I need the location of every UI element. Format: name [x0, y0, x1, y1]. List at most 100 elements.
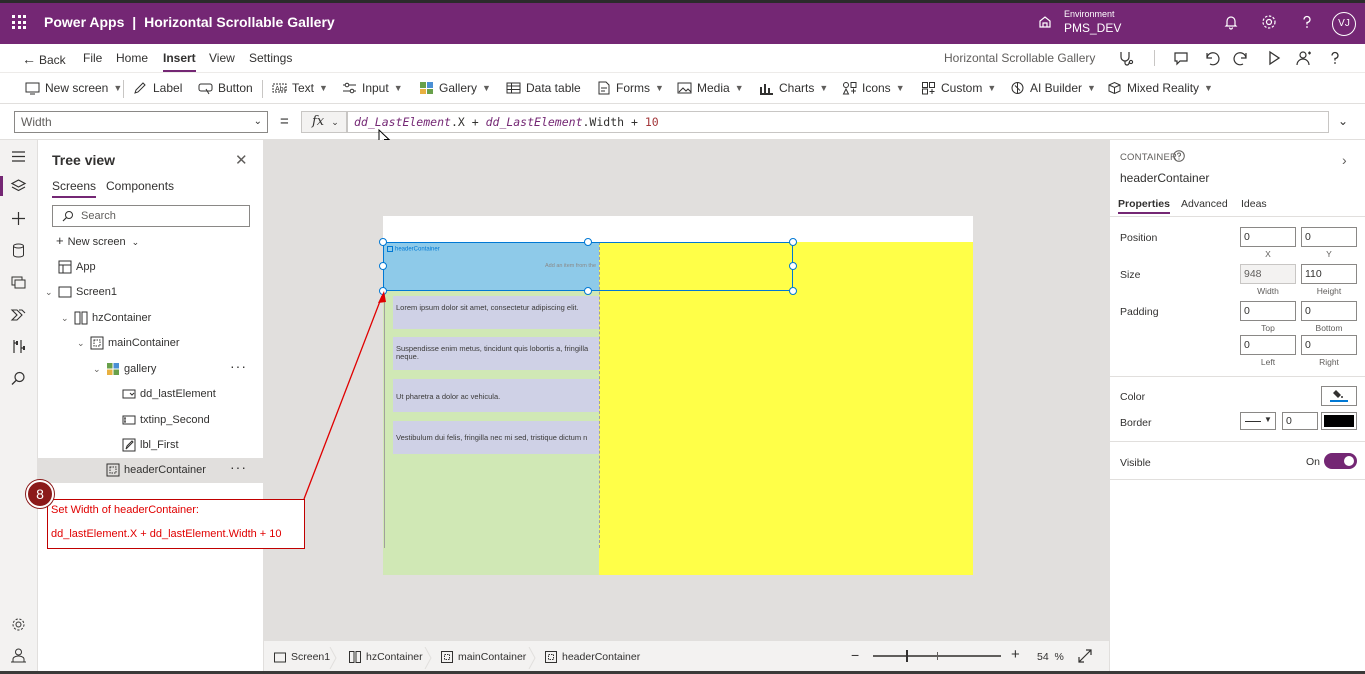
hamburger-icon[interactable] — [10, 148, 27, 165]
resize-handle[interactable] — [584, 287, 592, 295]
back-button[interactable]: ← Back — [22, 51, 66, 67]
resize-handle[interactable] — [789, 262, 797, 270]
app-launcher-icon[interactable] — [12, 15, 26, 29]
border-color-picker[interactable] — [1321, 412, 1357, 430]
close-icon[interactable]: ✕ — [235, 151, 248, 169]
power-automate-icon[interactable] — [10, 306, 27, 323]
redo-icon[interactable] — [1233, 49, 1251, 67]
search-rail-icon[interactable] — [10, 370, 27, 387]
screen1-preview[interactable]: Lorem ipsum dolor sit amet, consectetur … — [379, 216, 973, 575]
database-icon[interactable] — [10, 242, 27, 259]
play-icon[interactable] — [1265, 49, 1283, 67]
gallery-item[interactable]: Vestibulum dui felis, fringilla nec mi s… — [393, 421, 599, 454]
tab-advanced[interactable]: Advanced — [1181, 198, 1228, 210]
layers-icon[interactable] — [10, 178, 27, 195]
share-user-icon[interactable] — [1295, 49, 1313, 67]
app-checker-icon[interactable] — [1117, 49, 1135, 67]
height-input[interactable]: 110 — [1301, 264, 1357, 284]
more-options-icon[interactable]: ··· — [230, 459, 247, 475]
fullscreen-icon[interactable] — [1078, 649, 1092, 663]
icons-dropdown[interactable]: Icons ▼ — [842, 81, 905, 95]
help-icon[interactable] — [1298, 13, 1316, 31]
avatar[interactable]: VJ — [1332, 12, 1356, 36]
resize-handle[interactable] — [379, 287, 387, 295]
breadcrumb-hzcontainer[interactable]: hzContainer — [349, 651, 423, 663]
media-dropdown[interactable]: Media ▼ — [677, 81, 744, 95]
resize-handle[interactable] — [379, 238, 387, 246]
tree-item-headercontainer[interactable]: headerContainer ··· — [38, 458, 263, 483]
tab-screens[interactable]: Screens — [52, 179, 97, 198]
padding-top-input[interactable]: 0 — [1240, 301, 1296, 321]
visible-toggle[interactable] — [1324, 453, 1357, 469]
menu-view[interactable]: View — [209, 51, 235, 65]
border-style-dropdown[interactable]: ▼ — [1240, 412, 1276, 430]
position-y-input[interactable]: 0 — [1301, 227, 1357, 247]
property-dropdown[interactable]: Width ⌄ — [14, 111, 268, 133]
menu-file[interactable]: File — [83, 51, 102, 65]
tree-item-screen1[interactable]: ⌄ Screen1 — [38, 280, 263, 305]
text-dropdown[interactable]: Abc Text ▼ — [272, 81, 328, 95]
gallery-item[interactable]: Ut pharetra a dolor ac vehicula. — [393, 379, 599, 412]
padding-left-input[interactable]: 0 — [1240, 335, 1296, 355]
info-icon[interactable] — [1173, 150, 1185, 162]
menu-settings[interactable]: Settings — [249, 51, 292, 65]
tab-properties[interactable]: Properties — [1118, 198, 1170, 214]
resize-handle[interactable] — [379, 262, 387, 270]
control-name[interactable]: headerContainer — [1120, 171, 1209, 185]
media-rail-icon[interactable] — [10, 274, 27, 291]
formula-input[interactable]: dd_LastElement.X + dd_LastElement.Width … — [347, 111, 1329, 133]
design-canvas[interactable]: Lorem ipsum dolor sit amet, consectetur … — [264, 140, 1109, 640]
tree-search-input[interactable]: Search — [52, 205, 250, 227]
tab-components[interactable]: Components — [106, 179, 174, 193]
ai-builder-dropdown[interactable]: AI Builder ▼ — [1010, 81, 1096, 95]
zoom-value[interactable]: 54 % — [1037, 651, 1064, 663]
color-picker[interactable] — [1321, 386, 1357, 406]
gallery-item[interactable]: Suspendisse enim metus, tincidunt quis l… — [393, 337, 599, 370]
width-input[interactable]: 948 — [1240, 264, 1296, 284]
resize-handle[interactable] — [584, 238, 592, 246]
position-x-input[interactable]: 0 — [1240, 227, 1296, 247]
border-width-input[interactable]: 0 — [1282, 412, 1318, 430]
zoom-in-button[interactable]: + — [1011, 646, 1020, 663]
more-options-icon[interactable]: ··· — [230, 358, 247, 374]
label-button[interactable]: Label — [133, 81, 182, 95]
zoom-slider-thumb[interactable] — [906, 650, 908, 662]
resize-handle[interactable] — [789, 287, 797, 295]
breadcrumb-maincontainer[interactable]: mainContainer — [441, 651, 526, 663]
tree-item-dd-lastelement[interactable]: dd_lastElement — [38, 382, 263, 407]
virtual-agent-icon[interactable] — [10, 647, 27, 664]
new-screen-menu[interactable]: + New screen ⌄ — [56, 233, 139, 248]
chevron-right-icon[interactable]: › — [1342, 152, 1347, 168]
gallery-item[interactable]: Lorem ipsum dolor sit amet, consectetur … — [393, 296, 599, 329]
gallery-dropdown[interactable]: Gallery ▼ — [419, 81, 491, 95]
forms-dropdown[interactable]: Forms ▼ — [596, 81, 664, 95]
expand-formula-icon[interactable]: ⌄ — [1338, 114, 1348, 128]
resize-handle[interactable] — [789, 238, 797, 246]
bell-icon[interactable] — [1222, 13, 1240, 31]
menu-insert[interactable]: Insert — [163, 51, 196, 72]
question-icon[interactable] — [1326, 49, 1344, 67]
tools-icon[interactable] — [10, 338, 27, 355]
breadcrumb-screen1[interactable]: Screen1 — [274, 651, 330, 663]
tab-ideas[interactable]: Ideas — [1241, 198, 1267, 210]
menu-home[interactable]: Home — [116, 51, 148, 65]
tree-item-lbl-first[interactable]: lbl_First — [38, 433, 263, 458]
input-dropdown[interactable]: Input ▼ — [342, 81, 403, 95]
tree-item-app[interactable]: App — [38, 255, 263, 280]
button-button[interactable]: Button — [198, 81, 253, 95]
fx-button[interactable]: fx ⌄ — [301, 111, 347, 133]
data-table-button[interactable]: Data table — [506, 81, 581, 95]
breadcrumb-headercontainer[interactable]: headerContainer — [545, 651, 640, 663]
zoom-out-button[interactable]: − — [851, 647, 859, 663]
padding-bottom-input[interactable]: 0 — [1301, 301, 1357, 321]
tree-item-maincontainer[interactable]: ⌄ mainContainer — [38, 331, 263, 356]
plus-icon[interactable] — [10, 210, 27, 227]
comments-icon[interactable] — [1172, 49, 1190, 67]
tree-item-hzcontainer[interactable]: ⌄ hzContainer — [38, 306, 263, 331]
mixed-reality-dropdown[interactable]: Mixed Reality ▼ — [1107, 81, 1213, 95]
gear-icon[interactable] — [1260, 13, 1278, 31]
padding-right-input[interactable]: 0 — [1301, 335, 1357, 355]
undo-icon[interactable] — [1202, 49, 1220, 67]
tree-item-txtinp-second[interactable]: txtinp_Second — [38, 408, 263, 433]
new-screen-button[interactable]: New screen ▼ — [25, 81, 122, 95]
